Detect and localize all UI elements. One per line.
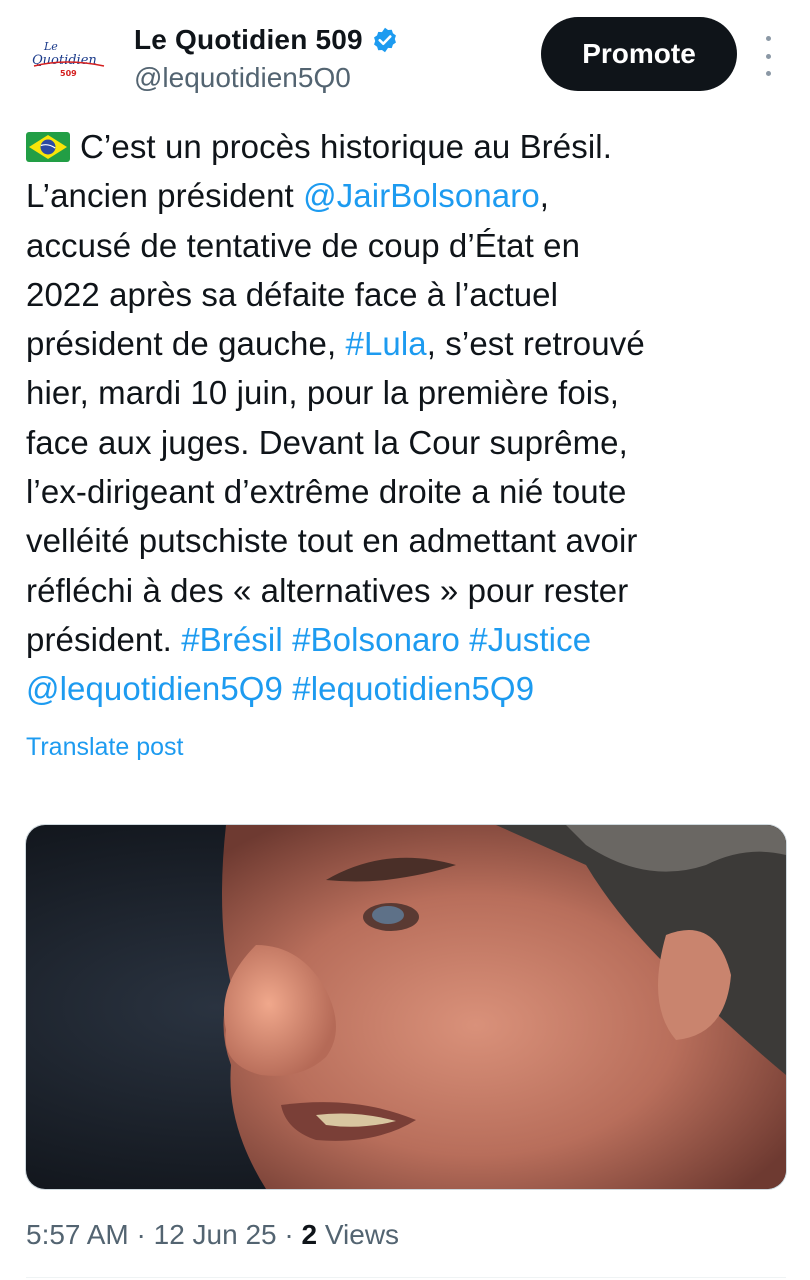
views-label: Views bbox=[324, 1219, 400, 1250]
post-time[interactable]: 5:57 AM bbox=[26, 1219, 129, 1250]
post-meta: 5:57 AM · 12 Jun 25 · 2 Views bbox=[26, 1219, 399, 1251]
divider bbox=[26, 1277, 786, 1278]
post-line-3: accusé de tentative de coup d’État en bbox=[26, 226, 581, 264]
account-name[interactable]: Le Quotidien 509 bbox=[134, 24, 363, 56]
svg-text:509: 509 bbox=[60, 69, 77, 78]
post-line-12: @lequotidien5Ϙ9 #lequotidien5Ϙ9 bbox=[26, 664, 786, 713]
svg-text:Le: Le bbox=[43, 40, 58, 53]
hashtag-bolsonaro-link[interactable]: #Bolsonaro bbox=[292, 621, 460, 658]
brazil-flag-icon bbox=[26, 132, 70, 162]
mention-jairbolsonaro-link[interactable]: @JairBolsonaro bbox=[303, 177, 540, 214]
lequotidien-logo: Le Quotidien 509 bbox=[32, 40, 105, 78]
post-date[interactable]: 12 Jun 25 bbox=[154, 1219, 277, 1250]
verified-badge-icon bbox=[373, 27, 396, 53]
post-header: Le Quotidien 509 Le Quotidien 509 @lequo… bbox=[0, 0, 810, 110]
more-vertical-icon[interactable] bbox=[758, 36, 778, 76]
meta-separator: · bbox=[284, 1219, 294, 1250]
account-avatar[interactable]: Le Quotidien 509 bbox=[26, 28, 114, 88]
meta-separator: · bbox=[136, 1219, 146, 1250]
post-line-11: président. #Brésil #Bolsonaro #Justice bbox=[26, 620, 592, 658]
post-image[interactable] bbox=[25, 824, 787, 1190]
mention-lequotidien509-link[interactable]: @lequotidien5Ϙ9 bbox=[26, 670, 283, 707]
post-line-2: L’ancien président @JairBolsonaro, bbox=[26, 177, 550, 215]
promote-button[interactable]: Promote bbox=[541, 17, 737, 91]
views-count: 2 bbox=[301, 1219, 318, 1250]
svg-text:Quotidien: Quotidien bbox=[32, 53, 97, 68]
hashtag-justice-link[interactable]: #Justice bbox=[469, 621, 591, 658]
post-line-5: président de gauche, #Lula, s’est retrou… bbox=[26, 325, 645, 363]
account-handle[interactable]: @lequotidien5Ϙ0 bbox=[134, 62, 351, 94]
post-line-8: l’ex-dirigeant d’extrême droite a nié to… bbox=[26, 473, 627, 511]
hashtag-bresil-link[interactable]: #Brésil bbox=[181, 621, 283, 658]
post-line-10: réfléchi à des « alternatives » pour res… bbox=[26, 571, 629, 609]
translate-post-link[interactable]: Translate post bbox=[26, 733, 183, 762]
portrait-photo bbox=[26, 825, 786, 1189]
post-line-7: face aux juges. Devant la Cour suprême, bbox=[26, 423, 628, 461]
post-line-6: hier, mardi 10 juin, pour la première fo… bbox=[26, 374, 620, 412]
hashtag-lula-link[interactable]: #Lula bbox=[346, 325, 427, 362]
post-line-1: C’est un procès historique au Brésil. bbox=[26, 122, 786, 171]
post-line-4: 2022 après sa défaite face à l’actuel bbox=[26, 275, 559, 313]
post-line-9: velléité putschiste tout en admettant av… bbox=[26, 522, 638, 560]
hashtag-lequotidien509-link[interactable]: #lequotidien5Ϙ9 bbox=[292, 670, 534, 707]
account-name-row: Le Quotidien 509 bbox=[134, 24, 399, 56]
post-text: C’est un procès historique au Brésil. L’… bbox=[26, 122, 786, 714]
